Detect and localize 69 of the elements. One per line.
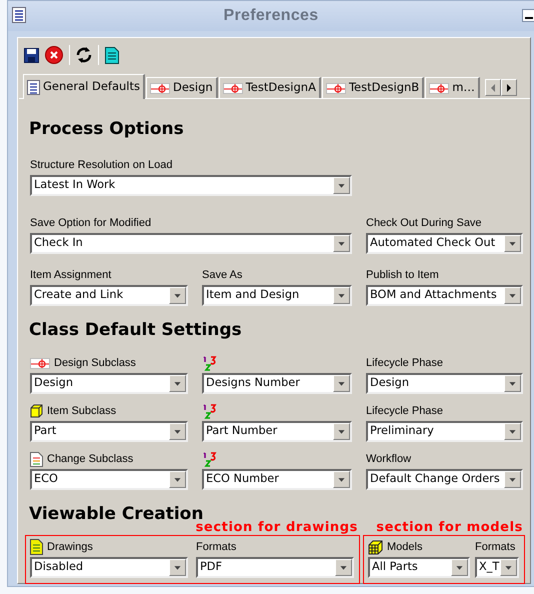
annotation-text: section for drawings	[196, 521, 358, 535]
field-label: Check Out During Save	[366, 216, 482, 231]
dropdown[interactable]: Item and Design	[202, 285, 352, 306]
dropdown[interactable]: All Parts	[368, 557, 470, 578]
dropdown[interactable]: Part	[30, 421, 188, 442]
design-icon	[150, 82, 170, 94]
dropdown[interactable]: Automated Check Out	[366, 233, 523, 254]
field-label: Structure Resolution on Load	[30, 158, 172, 173]
field-label: Publish to Item	[366, 268, 439, 283]
field-label: Item Subclass	[47, 404, 116, 419]
tab[interactable]: m…	[425, 77, 480, 98]
section-heading: Class Default Settings	[29, 320, 243, 340]
numbering-icon	[202, 356, 217, 370]
dropdown[interactable]: Disabled	[30, 557, 188, 578]
document-icon[interactable]	[105, 46, 119, 64]
dropdown[interactable]: PDF	[196, 557, 354, 578]
design-icon	[222, 82, 243, 94]
tab[interactable]: TestDesignB	[322, 77, 424, 98]
numbering-icon	[202, 452, 217, 466]
field-label: Lifecycle Phase	[366, 356, 444, 371]
cube-icon	[30, 404, 43, 418]
field-label: Models	[387, 540, 422, 555]
document-icon	[30, 539, 43, 555]
field-label: Workflow	[366, 452, 412, 467]
dropdown[interactable]: Design	[366, 373, 523, 394]
field-label: Save Option for Modified	[30, 216, 152, 231]
minimize-button[interactable]	[522, 9, 534, 22]
checklist-icon	[27, 80, 40, 94]
dropdown[interactable]: BOM and Attachments	[366, 285, 523, 306]
close-icon[interactable]	[45, 46, 63, 64]
dropdown[interactable]: Design	[30, 373, 188, 394]
dropdown[interactable]: X_T	[475, 557, 519, 578]
field-label: Design Subclass	[54, 356, 136, 371]
field-label: Formats	[196, 540, 236, 555]
scroll-right-button[interactable]	[500, 79, 517, 96]
scroll-left-button[interactable]	[484, 79, 501, 96]
refresh-icon[interactable]	[76, 46, 92, 64]
design-icon	[429, 82, 450, 94]
dropdown[interactable]: Preliminary	[366, 421, 523, 442]
checklist-icon	[12, 7, 26, 23]
left-arrow-icon	[490, 84, 496, 92]
dropdown[interactable]: Default Change Orders	[366, 469, 523, 490]
field-label: Save As	[202, 268, 242, 283]
field-label: Change Subclass	[47, 452, 134, 467]
section-heading: Viewable Creation	[29, 504, 204, 524]
dropdown[interactable]: ECO	[30, 469, 188, 490]
save-icon[interactable]	[24, 48, 39, 62]
field-label: Drawings	[47, 540, 93, 555]
tab[interactable]: Design	[146, 77, 218, 98]
field-label: Formats	[475, 540, 516, 555]
dropdown[interactable]: ECO Number	[202, 469, 352, 490]
dropdown[interactable]: Check In	[30, 233, 352, 254]
design-icon	[30, 358, 50, 368]
document-icon	[30, 452, 43, 466]
annotation-text: section for models	[376, 521, 523, 535]
cube-grid-icon	[368, 540, 383, 554]
dropdown[interactable]: Part Number	[202, 421, 352, 442]
right-arrow-icon	[506, 84, 512, 92]
window-title: Preferences	[224, 6, 318, 26]
field-label: Lifecycle Phase	[366, 404, 444, 419]
dropdown[interactable]: Designs Number	[202, 373, 352, 394]
field-label: Item Assignment	[30, 268, 112, 283]
design-icon	[326, 82, 346, 94]
section-heading: Process Options	[29, 119, 185, 139]
dropdown[interactable]: Create and Link	[30, 285, 188, 306]
numbering-icon	[202, 404, 217, 418]
tab[interactable]: General Defaults	[23, 74, 145, 99]
dropdown[interactable]: Latest In Work	[30, 175, 352, 196]
tab[interactable]: TestDesignA	[218, 77, 321, 98]
